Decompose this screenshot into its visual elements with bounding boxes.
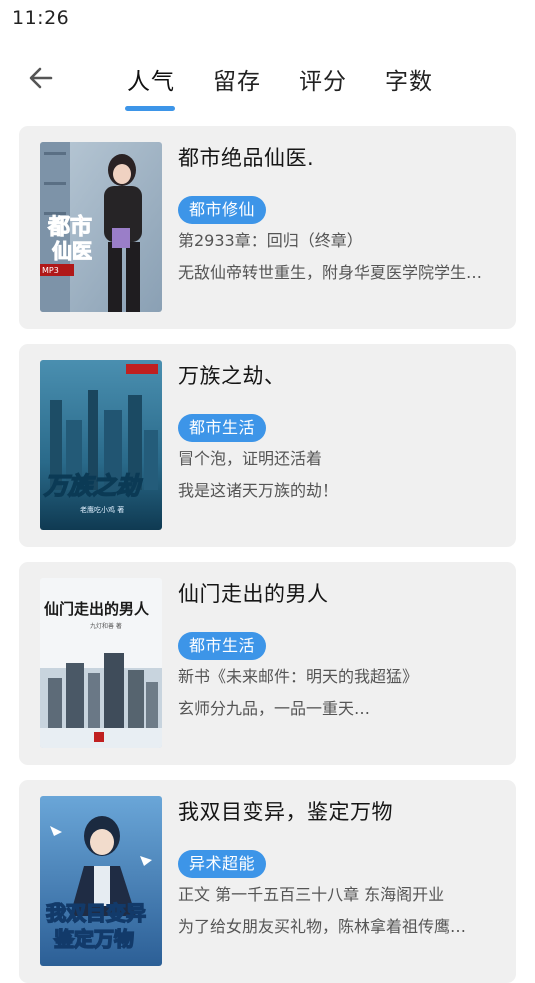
book-cover: 仙门走出的男人 九灯和善 著	[40, 578, 162, 748]
book-title: 万族之劫、	[178, 364, 286, 388]
book-card[interactable]: 都市 仙医 MP3 都市绝品仙医. 都市修仙 第2933章：回归（终章） 无敌仙…	[19, 126, 516, 329]
book-description: 玄师分九品，一品一重天…	[178, 699, 371, 718]
book-description: 为了给女朋友买礼物，陈林拿着祖传鹰…	[178, 917, 467, 936]
cover-title-text: 鉴定万物	[53, 927, 134, 951]
sort-tabs: 人气 留存 评分 字数	[108, 48, 452, 114]
svg-text:老鹰吃小鸡 著: 老鹰吃小鸡 著	[80, 505, 124, 514]
tab-label: 留存	[213, 69, 261, 95]
book-info: 仙门走出的男人 都市生活 新书《未来邮件：明天的我超猛》 玄师分九品，一品一重天…	[178, 578, 496, 722]
latest-chapter: 新书《未来邮件：明天的我超猛》	[178, 667, 419, 686]
book-title: 我双目变异，鉴定万物	[178, 800, 393, 824]
latest-chapter: 第2933章：回归（终章）	[178, 231, 363, 250]
book-cover: 都市 仙医 MP3	[40, 142, 162, 312]
book-cover: 我双目变异 鉴定万物	[40, 796, 162, 966]
cover-title-text: 万族之劫	[43, 472, 143, 500]
tab-label: 评分	[299, 69, 347, 95]
tab-retention[interactable]: 留存	[194, 48, 280, 114]
cover-image: 万族之劫 老鹰吃小鸡 著	[40, 360, 162, 530]
svg-text:九灯和善 著: 九灯和善 著	[90, 622, 122, 630]
book-cover: 万族之劫 老鹰吃小鸡 著	[40, 360, 162, 530]
tab-label: 人气	[127, 69, 175, 95]
cover-image: 我双目变异 鉴定万物	[40, 796, 162, 966]
back-button[interactable]	[24, 61, 58, 95]
book-title: 仙门走出的男人	[178, 582, 329, 606]
genre-badge: 异术超能	[178, 850, 267, 878]
book-card[interactable]: 我双目变异 鉴定万物 我双目变异，鉴定万物 异术超能 正文 第一千五百三十八章 …	[19, 780, 516, 983]
status-time: 11:26	[12, 7, 70, 29]
latest-chapter: 冒个泡，证明还活着	[178, 449, 323, 468]
arrow-left-icon	[29, 67, 53, 89]
book-card[interactable]: 万族之劫 老鹰吃小鸡 著 万族之劫、 都市生活 冒个泡，证明还活着 我是这诸天万…	[19, 344, 516, 547]
tab-word-count[interactable]: 字数	[366, 48, 452, 114]
latest-chapter: 正文 第一千五百三十八章 东海阁开业	[178, 885, 445, 904]
cover-title-text: 都市	[47, 214, 92, 240]
book-info: 万族之劫、 都市生活 冒个泡，证明还活着 我是这诸天万族的劫！	[178, 360, 496, 504]
cover-title-text: 我双目变异	[46, 901, 146, 925]
top-nav: 人气 留存 评分 字数	[0, 48, 535, 114]
book-info: 都市绝品仙医. 都市修仙 第2933章：回归（终章） 无敌仙帝转世重生，附身华夏…	[178, 142, 496, 286]
genre-badge: 都市生活	[178, 414, 267, 442]
genre-badge: 都市修仙	[178, 196, 267, 224]
book-title: 都市绝品仙医.	[178, 146, 315, 170]
book-card[interactable]: 仙门走出的男人 九灯和善 著 仙门走出的男人 都市生活 新书《未来邮件：明天的我…	[19, 562, 516, 765]
book-info: 我双目变异，鉴定万物 异术超能 正文 第一千五百三十八章 东海阁开业 为了给女朋…	[178, 796, 496, 940]
cover-title-text: 仙医	[52, 239, 92, 263]
cover-title-text: 仙门走出的男人	[44, 600, 150, 618]
cover-image: 仙门走出的男人 九灯和善 著	[40, 578, 162, 748]
cover-image: 都市 仙医 MP3	[40, 142, 162, 312]
tab-label: 字数	[385, 69, 433, 95]
status-bar: 11:26	[0, 0, 535, 40]
book-description: 我是这诸天万族的劫！	[178, 481, 339, 500]
tab-popularity[interactable]: 人气	[108, 48, 194, 114]
genre-badge: 都市生活	[178, 632, 267, 660]
book-description: 无敌仙帝转世重生，附身华夏医学院学生…	[178, 263, 483, 282]
tab-rating[interactable]: 评分	[280, 48, 366, 114]
active-tab-indicator	[125, 106, 175, 111]
svg-text:MP3: MP3	[42, 266, 59, 275]
